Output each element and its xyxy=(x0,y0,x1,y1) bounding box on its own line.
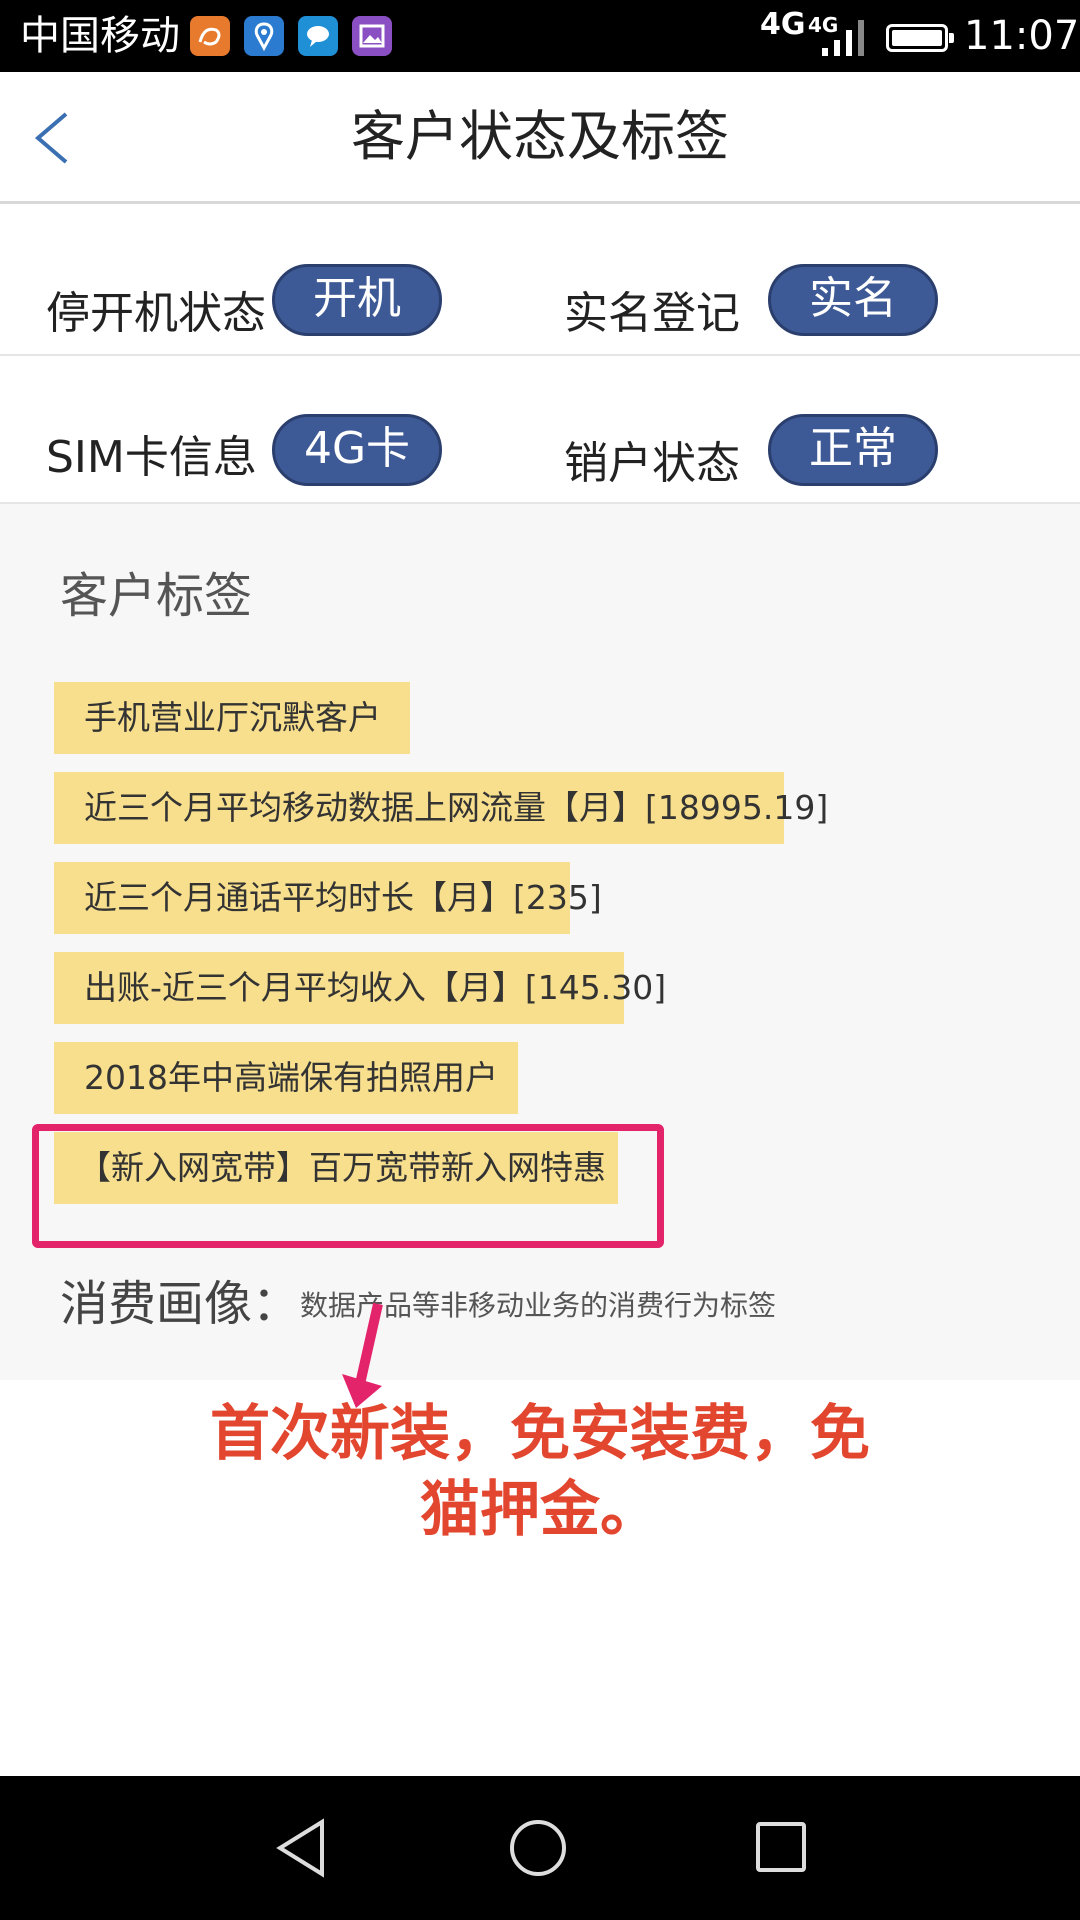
carrier-name: 中国移动 xyxy=(20,13,180,59)
account-status-label: 销户状态 xyxy=(564,438,740,489)
annotation-line-1: 首次新装，免安装费，免 xyxy=(210,1399,870,1469)
highlight-box xyxy=(32,1124,664,1248)
annotation-line-2: 猫押金。 xyxy=(420,1475,660,1545)
status-row-2: SIM卡信息 4G卡 销户状态 正常 xyxy=(0,356,1080,504)
tags-heading: 客户标签 xyxy=(60,568,253,624)
gallery-icon xyxy=(352,16,392,56)
tag-item: 近三个月通话平均时长【月】[235] xyxy=(54,862,602,934)
power-status-badge: 开机 xyxy=(272,264,442,336)
clock: 11:07 xyxy=(964,13,1080,59)
customer-tags-section: 客户标签 手机营业厅沉默客户 近三个月平均移动数据上网流量【月】[18995.1… xyxy=(0,504,1080,1380)
nav-recent-apps-icon[interactable] xyxy=(756,1822,806,1872)
sim-info-label: SIM卡信息 xyxy=(46,432,257,483)
app-header: 客户状态及标签 xyxy=(0,72,1080,204)
battery-icon xyxy=(886,24,954,52)
navigation-bar xyxy=(0,1776,1080,1920)
realname-label: 实名登记 xyxy=(564,288,740,339)
power-status-label: 停开机状态 xyxy=(46,288,266,339)
tag-item: 手机营业厅沉默客户 xyxy=(54,682,410,754)
status-bar: 中国移动 4G 4G 11:07 xyxy=(0,0,1080,72)
page-title: 客户状态及标签 xyxy=(351,105,729,168)
location-icon xyxy=(244,16,284,56)
nav-home-icon[interactable] xyxy=(510,1820,566,1876)
uc-browser-icon xyxy=(190,16,230,56)
nav-back-icon[interactable] xyxy=(274,1816,328,1880)
status-row-1: 停开机状态 开机 实名登记 实名 xyxy=(0,208,1080,356)
tag-item: 2018年中高端保有拍照用户 xyxy=(54,1042,518,1114)
message-icon xyxy=(298,16,338,56)
consumption-label: 消费画像： xyxy=(60,1276,301,1332)
tag-item: 出账-近三个月平均收入【月】[145.30] xyxy=(54,952,666,1024)
realname-badge: 实名 xyxy=(768,264,938,336)
sim-info-badge: 4G卡 xyxy=(272,414,442,486)
annotation-arrow-icon xyxy=(342,1302,383,1408)
network-type-1: 4G xyxy=(760,7,806,42)
signal-icon xyxy=(822,20,864,56)
account-status-badge: 正常 xyxy=(768,414,938,486)
tag-item: 近三个月平均移动数据上网流量【月】[18995.19] xyxy=(54,772,828,844)
annotation-text: 首次新装，免安装费，免 猫押金。 xyxy=(150,1396,930,1548)
